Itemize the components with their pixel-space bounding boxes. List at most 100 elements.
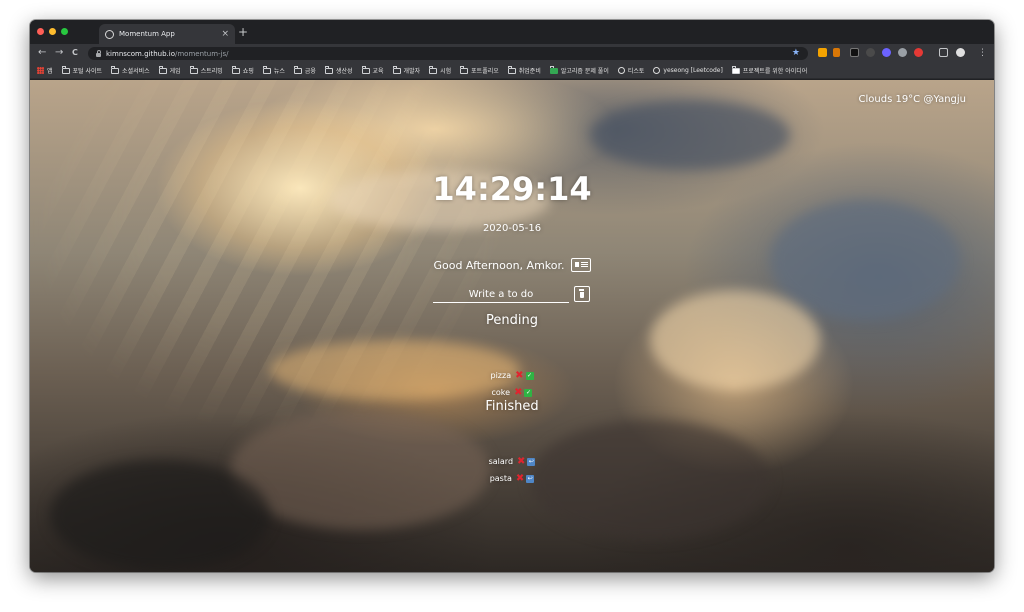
cloud: [590, 100, 790, 170]
delete-todo-button[interactable]: ✖: [515, 370, 523, 381]
bookmark-item[interactable]: 금융: [293, 65, 316, 75]
flag-extension-icon[interactable]: [833, 48, 840, 57]
folder-icon: [158, 65, 167, 74]
bookmark-label: 포털 사이트: [72, 68, 103, 75]
folder-icon: [392, 65, 401, 74]
lock-icon: [96, 49, 101, 57]
bookmark-item[interactable]: 게임: [158, 65, 181, 75]
date: 2020-05-16: [482, 223, 542, 234]
back-button[interactable]: ←: [38, 47, 46, 59]
todo-form: [433, 286, 595, 303]
folder-icon: [429, 65, 438, 74]
address-bar[interactable]: kimnscom.github.io/momentum-js/ ★: [88, 47, 808, 60]
tab-title: Momentum App: [119, 30, 175, 38]
folder-icon: [324, 65, 333, 74]
bookmark-item[interactable]: 포트폴리오: [460, 65, 499, 75]
terminal-extension-icon[interactable]: [850, 48, 859, 57]
extension-icon[interactable]: [882, 48, 891, 57]
avatar[interactable]: [956, 48, 965, 57]
bookmark-item[interactable]: 생산성: [324, 65, 353, 75]
todo-item: pasta ✖ ↩: [30, 470, 994, 487]
delete-todo-button[interactable]: ✖: [517, 456, 525, 467]
clear-todos-button[interactable]: [574, 286, 590, 302]
browser-tab[interactable]: Momentum App ×: [99, 24, 235, 44]
extension-icon[interactable]: [866, 48, 875, 57]
extension-icon[interactable]: [914, 48, 923, 57]
sheet-icon: [549, 65, 558, 74]
bookmark-item[interactable]: 뉴스: [262, 65, 285, 75]
minimize-window-button[interactable]: [49, 28, 56, 35]
bookmark-label: 알고리즘 문제 풀이: [560, 68, 609, 75]
finished-title: Finished: [485, 399, 539, 414]
folder-icon: [262, 65, 271, 74]
mark-done-button[interactable]: ✓: [525, 371, 534, 380]
bookmark-item[interactable]: 시험: [429, 65, 452, 75]
move-back-button[interactable]: ↩: [526, 474, 535, 483]
pending-list: pizza ✖ ✓ coke ✖ ✓: [30, 367, 994, 401]
folder-icon: [507, 65, 516, 74]
url-host: kimnscom.github.io: [106, 49, 175, 58]
folder-icon: [231, 65, 240, 74]
todo-item: pizza ✖ ✓: [30, 367, 994, 384]
media-control-icon[interactable]: [939, 48, 948, 57]
bookmark-item[interactable]: 쇼핑: [231, 65, 254, 75]
delete-todo-button[interactable]: ✖: [514, 387, 522, 398]
new-tab-button[interactable]: +: [238, 26, 248, 38]
delete-todo-button[interactable]: ✖: [516, 473, 524, 484]
globe-icon: [105, 29, 114, 39]
maximize-window-button[interactable]: [61, 28, 68, 35]
extension-icon[interactable]: [898, 48, 907, 57]
browser-window: Momentum App × + ← → C kimnscom.github.i…: [30, 20, 994, 572]
bookmark-label: 금융: [304, 68, 316, 75]
weather-text: Clouds 19°C @Yangju: [858, 94, 967, 105]
globe-icon: [653, 67, 661, 74]
reload-button[interactable]: C: [72, 47, 78, 59]
tab-close-icon[interactable]: ×: [221, 29, 229, 39]
bookmark-item[interactable]: 티스토: [617, 66, 645, 75]
todo-input[interactable]: [433, 287, 569, 303]
bookmark-item[interactable]: 스트리밍: [189, 65, 223, 75]
window-controls: [37, 28, 68, 35]
folder-icon: [189, 65, 198, 74]
todo-text: pizza: [490, 371, 512, 380]
page-icon: [731, 65, 740, 74]
folder-icon: [111, 65, 120, 74]
bookmark-item[interactable]: 소셜서비스: [111, 65, 150, 75]
bookmark-label: 앱: [47, 68, 53, 75]
bookmark-star-icon[interactable]: ★: [792, 47, 800, 60]
browser-menu-icon[interactable]: ⋮: [978, 47, 987, 59]
bookmark-label: 시험: [440, 68, 452, 75]
bookmark-label: 포트폴리오: [471, 68, 499, 75]
move-back-button[interactable]: ↩: [527, 457, 536, 466]
bookmark-item[interactable]: 프로젝트를 위한 아이디어: [731, 65, 808, 75]
bookmark-item[interactable]: 취업준비: [507, 65, 541, 75]
momentum-page: Clouds 19°C @Yangju 14:29:14 2020-05-16 …: [30, 80, 994, 572]
close-window-button[interactable]: [37, 28, 44, 35]
bookmark-item[interactable]: 포털 사이트: [61, 65, 103, 75]
bookmark-label: 소셜서비스: [122, 68, 150, 75]
globe-icon: [617, 67, 625, 74]
todo-text: salard: [488, 457, 514, 466]
bookmark-item[interactable]: 교육: [361, 65, 384, 75]
folder-icon: [361, 65, 370, 74]
todo-text: coke: [491, 388, 511, 397]
bookmark-label: 티스토: [627, 68, 645, 75]
greeting-text: Good Afternoon, Amkor.: [433, 258, 565, 272]
finished-list: salard ✖ ↩ pasta ✖ ↩: [30, 453, 994, 487]
bookmark-label: yeseong [Leetcode]: [663, 67, 723, 74]
bookmark-item[interactable]: yeseong [Leetcode]: [653, 67, 723, 74]
url-path: /momentum-js/: [174, 49, 229, 58]
bookmark-label: 생산성: [335, 68, 353, 75]
extension-icon[interactable]: [818, 48, 827, 57]
bookmark-item[interactable]: 개발자: [392, 65, 420, 75]
folder-icon: [460, 65, 469, 74]
tab-strip: Momentum App × +: [30, 20, 994, 44]
bookmark-label: 프로젝트를 위한 아이디어: [742, 68, 808, 75]
pending-title: Pending: [486, 313, 538, 328]
clock: 14:29:14: [432, 170, 592, 208]
bookmark-item[interactable]: 앱: [37, 66, 53, 75]
forward-button[interactable]: →: [55, 47, 63, 59]
bookmark-item[interactable]: 알고리즘 문제 풀이: [549, 65, 609, 75]
change-name-button[interactable]: [570, 258, 591, 272]
mark-done-button[interactable]: ✓: [524, 388, 533, 397]
